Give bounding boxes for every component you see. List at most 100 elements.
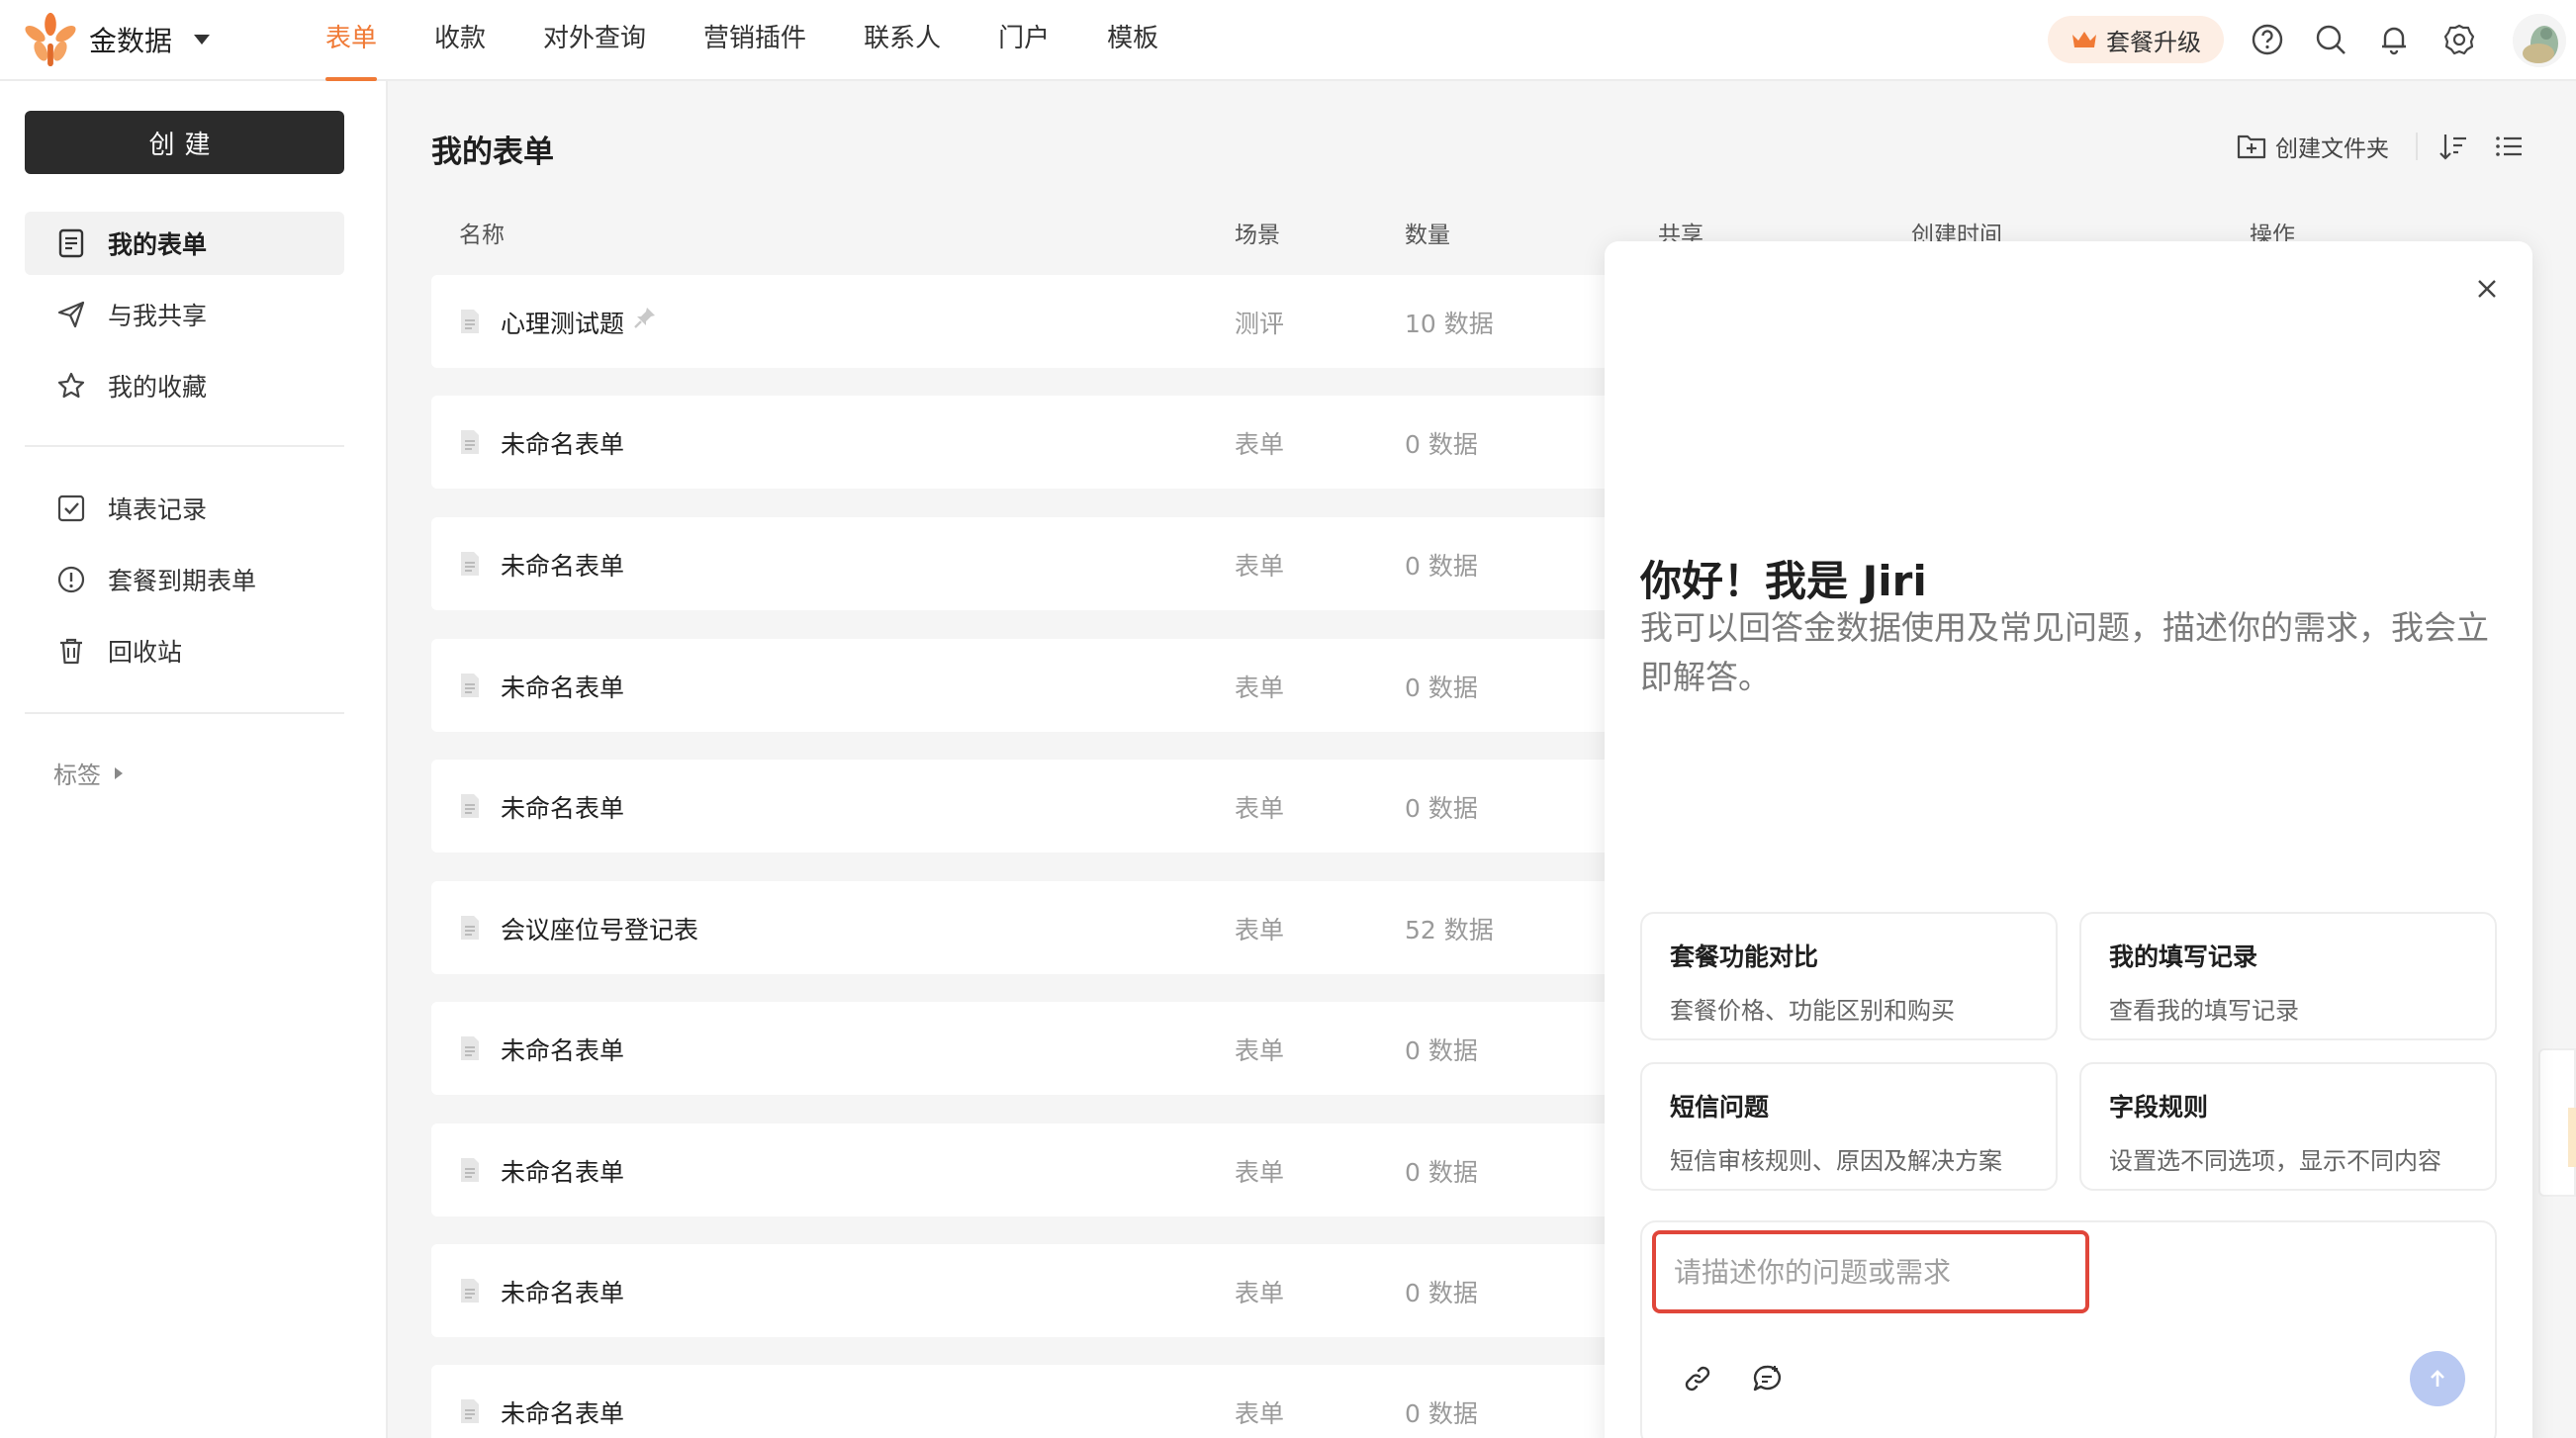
- background-popover-accent: [2568, 1108, 2576, 1167]
- suggestion-card-desc: 短信审核规则、原因及解决方案: [1670, 1147, 2002, 1175]
- form-data-count[interactable]: 52 数据: [1405, 911, 1494, 946]
- user-avatar[interactable]: [2513, 14, 2566, 67]
- form-doc-icon: [461, 310, 479, 333]
- form-doc-icon: [461, 1279, 479, 1303]
- suggestion-card-desc: 查看我的填写记录: [2109, 997, 2299, 1025]
- top-navbar: 金数据 表单 收款 对外查询 营销插件 联系人 门户 模板 套餐升级: [0, 0, 2576, 81]
- form-name[interactable]: 未命名表单: [501, 1394, 624, 1430]
- sidebar-divider: [25, 445, 344, 447]
- assistant-panel: 你好！我是 Jiri 我可以回答金数据使用及常见问题，描述你的需求，我会立即解答…: [1605, 241, 2532, 1438]
- checkbox-icon: [54, 492, 88, 525]
- form-data-count[interactable]: 0 数据: [1405, 789, 1478, 825]
- form-scene: 表单: [1235, 430, 1285, 459]
- sidebar-item-expired-plan-forms[interactable]: 套餐到期表单: [25, 548, 344, 611]
- column-header-name[interactable]: 名称: [459, 216, 505, 249]
- form-doc-icon: [461, 674, 479, 697]
- tags-label: 标签: [53, 762, 101, 789]
- form-data-count[interactable]: 10 数据: [1405, 305, 1494, 340]
- form-scene: 表单: [1235, 1279, 1285, 1307]
- form-data-count[interactable]: 0 数据: [1405, 547, 1478, 583]
- help-icon[interactable]: [2248, 20, 2287, 59]
- form-doc-icon: [461, 916, 479, 940]
- toolbar-divider: [2416, 133, 2418, 160]
- close-icon[interactable]: [2471, 273, 2503, 305]
- form-data-count[interactable]: 0 数据: [1405, 1394, 1478, 1430]
- bell-icon[interactable]: [2374, 20, 2414, 59]
- suggestion-card-title: 短信问题: [1670, 1093, 1770, 1122]
- form-name[interactable]: 会议座位号登记表: [501, 911, 698, 946]
- sidebar-item-my-forms[interactable]: 我的表单: [25, 212, 344, 275]
- caret-down-icon: [194, 35, 211, 45]
- main-nav: 表单 收款 对外查询 营销插件 联系人 门户 模板: [297, 0, 1187, 81]
- create-button[interactable]: 创建: [25, 111, 344, 174]
- form-scene: 表单: [1235, 916, 1285, 944]
- sidebar-item-trash[interactable]: 回收站: [25, 619, 344, 682]
- form-name[interactable]: 未命名表单: [501, 1153, 624, 1189]
- nav-tab-forms[interactable]: 表单: [325, 0, 378, 81]
- nav-tab-marketing-plugins[interactable]: 营销插件: [703, 0, 806, 81]
- sidebar-item-label: 我的收藏: [108, 373, 208, 402]
- suggestion-card-field-rules[interactable]: 字段规则 设置选不同选项，显示不同内容: [2079, 1062, 2497, 1191]
- form-name[interactable]: 心理测试题: [501, 305, 624, 340]
- form-scene: 表单: [1235, 674, 1285, 702]
- form-scene: 表单: [1235, 1036, 1285, 1065]
- send-button[interactable]: [2410, 1351, 2465, 1406]
- form-name[interactable]: 未命名表单: [501, 789, 624, 825]
- crown-icon: [2072, 32, 2096, 47]
- upgrade-plan-button[interactable]: 套餐升级: [2048, 16, 2224, 63]
- form-data-count[interactable]: 0 数据: [1405, 669, 1478, 704]
- brand-switcher[interactable]: 金数据: [22, 10, 211, 69]
- sort-icon[interactable]: [2436, 129, 2471, 164]
- assistant-greeting-title: 你好！我是 Jiri: [1640, 557, 1927, 605]
- trash-icon: [54, 634, 88, 668]
- page-title: 我的表单: [431, 135, 554, 170]
- form-data-count[interactable]: 0 数据: [1405, 425, 1478, 461]
- suggestion-card-sms-issues[interactable]: 短信问题 短信审核规则、原因及解决方案: [1640, 1062, 2058, 1191]
- form-scene: 测评: [1235, 310, 1285, 338]
- list-view-icon[interactable]: [2491, 129, 2527, 164]
- create-folder-button[interactable]: 创建文件夹: [2236, 129, 2389, 164]
- assistant-greeting-subtitle: 我可以回答金数据使用及常见问题，描述你的需求，我会立即解答。: [1640, 608, 2489, 696]
- form-data-count[interactable]: 0 数据: [1405, 1274, 1478, 1309]
- chat-input[interactable]: [1652, 1230, 2089, 1313]
- form-doc-icon: [461, 552, 479, 576]
- folder-plus-icon: [2237, 135, 2266, 159]
- form-data-count[interactable]: 0 数据: [1405, 1153, 1478, 1189]
- nav-tab-contacts[interactable]: 联系人: [864, 0, 941, 81]
- column-header-scene[interactable]: 场景: [1235, 216, 1280, 249]
- form-name[interactable]: 未命名表单: [501, 669, 624, 704]
- pin-icon[interactable]: [632, 305, 658, 330]
- sidebar-item-label: 回收站: [108, 638, 183, 667]
- form-scene: 表单: [1235, 794, 1285, 823]
- new-chat-icon[interactable]: [1747, 1359, 1787, 1398]
- suggestion-card-desc: 设置选不同选项，显示不同内容: [2109, 1147, 2441, 1175]
- form-scene: 表单: [1235, 552, 1285, 581]
- suggestion-card-my-fill-records[interactable]: 我的填写记录 查看我的填写记录: [2079, 912, 2497, 1040]
- form-name[interactable]: 未命名表单: [501, 1274, 624, 1309]
- search-icon[interactable]: [2311, 20, 2350, 59]
- create-folder-label: 创建文件夹: [2275, 136, 2389, 162]
- column-header-count[interactable]: 数量: [1405, 216, 1450, 249]
- form-doc-icon: [461, 794, 479, 818]
- nav-tab-public-query[interactable]: 对外查询: [543, 0, 646, 81]
- suggestion-card-title: 我的填写记录: [2109, 943, 2258, 971]
- nav-tab-payments[interactable]: 收款: [434, 0, 486, 81]
- sidebar-divider: [25, 712, 344, 714]
- form-name[interactable]: 未命名表单: [501, 547, 624, 583]
- avatar-image-icon: [2513, 14, 2566, 67]
- form-name[interactable]: 未命名表单: [501, 1032, 624, 1067]
- link-icon[interactable]: [1678, 1359, 1717, 1398]
- brand-logo-icon: [25, 12, 76, 67]
- sidebar-item-shared-with-me[interactable]: 与我共享: [25, 283, 344, 346]
- form-data-count[interactable]: 0 数据: [1405, 1032, 1478, 1067]
- gear-icon[interactable]: [2439, 20, 2479, 59]
- suggestion-card-plan-compare[interactable]: 套餐功能对比 套餐价格、功能区别和购买: [1640, 912, 2058, 1040]
- sidebar-item-favorites[interactable]: 我的收藏: [25, 354, 344, 417]
- tags-toggle[interactable]: 标签: [53, 756, 123, 790]
- caret-right-icon: [115, 766, 123, 779]
- nav-tab-portal[interactable]: 门户: [998, 0, 1050, 81]
- nav-tab-templates[interactable]: 模板: [1107, 0, 1158, 81]
- form-name[interactable]: 未命名表单: [501, 425, 624, 461]
- suggestion-card-title: 字段规则: [2109, 1093, 2209, 1122]
- sidebar-item-fill-records[interactable]: 填表记录: [25, 477, 344, 540]
